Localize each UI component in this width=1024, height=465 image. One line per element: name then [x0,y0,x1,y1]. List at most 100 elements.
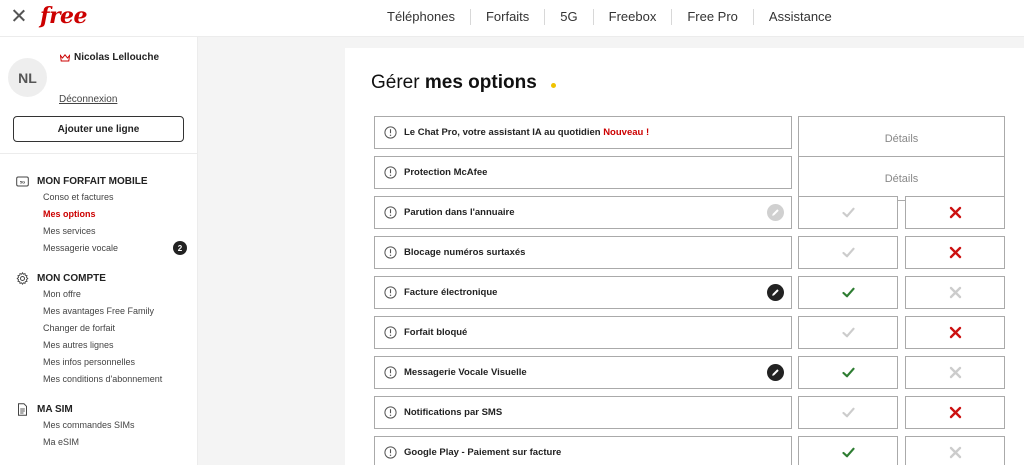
option-row: Blocage numéros surtaxés [374,236,792,269]
checkmark-icon [841,367,855,378]
checkmark-icon [841,407,855,418]
cross-icon [949,406,961,419]
info-icon[interactable] [384,246,397,259]
info-icon[interactable] [384,446,397,459]
menu-mes-services[interactable]: Mes services [43,226,96,236]
nav-freebox[interactable]: Freebox [592,9,672,25]
disable-toggle[interactable] [905,436,1005,465]
top-bar: free Téléphones Forfaits 5G Freebox Free… [0,0,1024,37]
menu-messagerie-vocale[interactable]: Messagerie vocale [43,243,118,253]
checkmark-icon [841,327,855,338]
cross-icon [949,366,961,379]
option-row: Parution dans l'annuaire [374,196,792,229]
option-label: Le Chat Pro, votre assistant IA au quoti… [404,127,650,138]
nav-free-pro[interactable]: Free Pro [671,9,753,25]
logout-link[interactable]: Déconnexion [59,94,117,105]
option-label: Google Play - Paiement sur facture [404,447,562,458]
option-row: Forfait bloqué [374,316,792,349]
enable-toggle[interactable] [798,196,898,229]
info-icon[interactable] [384,166,397,179]
disable-toggle[interactable] [905,196,1005,229]
svg-text:5G: 5G [20,180,25,185]
disable-toggle[interactable] [905,356,1005,389]
menu-avantages-free-family[interactable]: Mes avantages Free Family [43,306,154,316]
menu-autres-lignes[interactable]: Mes autres lignes [43,340,114,350]
section-title-text: MON COMPTE [37,273,106,284]
option-row: Facture électronique [374,276,792,309]
details-button[interactable]: Détails [798,116,1005,161]
info-icon[interactable] [384,206,397,219]
option-row: Protection McAfee [374,156,792,189]
info-icon[interactable] [384,366,397,379]
checkmark-icon [841,207,855,218]
new-tag: Nouveau ! [603,127,650,138]
menu-mes-options[interactable]: Mes options [43,209,96,219]
option-row: Notifications par SMS [374,396,792,429]
menu-commandes-sims[interactable]: Mes commandes SIMs [43,420,135,430]
menu-mon-offre[interactable]: Mon offre [43,289,81,299]
page-title: Gérer mes options [371,72,537,93]
crown-icon [60,53,70,61]
menu-conditions-abonnement[interactable]: Mes conditions d'abonnement [43,374,162,384]
divider [0,153,198,154]
option-label: Messagerie Vocale Visuelle [404,367,527,378]
title-dot [551,83,556,88]
section-title-text: MON FORFAIT MOBILE [37,176,148,187]
disable-toggle[interactable] [905,236,1005,269]
option-label: Facture électronique [404,287,498,298]
section-mon-forfait-mobile: 5G MON FORFAIT MOBILE [16,175,148,188]
checkmark-icon [841,447,855,458]
nav-assistance[interactable]: Assistance [752,9,847,25]
option-label: Parution dans l'annuaire [404,207,515,218]
disable-toggle[interactable] [905,276,1005,309]
free-logo[interactable]: free [40,3,88,29]
edit-pencil-icon[interactable] [767,284,784,301]
enable-toggle[interactable] [798,436,898,465]
nav-forfaits[interactable]: Forfaits [469,9,544,25]
nav-5g[interactable]: 5G [544,9,592,25]
avatar: NL [8,58,47,97]
cross-icon [949,206,961,219]
enable-toggle[interactable] [798,316,898,349]
sim-card-icon: 5G [16,176,29,187]
enable-toggle[interactable] [798,356,898,389]
details-button[interactable]: Détails [798,156,1005,201]
menu-changer-forfait[interactable]: Changer de forfait [43,323,115,333]
info-icon[interactable] [384,406,397,419]
option-label: Notifications par SMS [404,407,503,418]
info-icon[interactable] [384,326,397,339]
gear-icon [16,272,29,285]
close-icon[interactable] [11,8,27,24]
section-title-text: MA SIM [37,404,73,415]
info-icon[interactable] [384,286,397,299]
document-icon [18,403,27,416]
option-label: Forfait bloqué [404,327,468,338]
checkmark-icon [841,287,855,298]
sidebar: NL Nicolas Lellouche Déconnexion Ajouter… [0,37,198,465]
menu-infos-personnelles[interactable]: Mes infos personnelles [43,357,135,367]
disable-toggle[interactable] [905,396,1005,429]
option-row: Le Chat Pro, votre assistant IA au quoti… [374,116,792,149]
option-row: Messagerie Vocale Visuelle [374,356,792,389]
enable-toggle[interactable] [798,236,898,269]
disable-toggle[interactable] [905,316,1005,349]
user-name: Nicolas Lellouche [60,52,159,63]
enable-toggle[interactable] [798,276,898,309]
checkmark-icon [841,247,855,258]
info-icon[interactable] [384,126,397,139]
cross-icon [949,446,961,459]
messagerie-badge: 2 [173,241,187,255]
menu-conso-factures[interactable]: Conso et factures [43,192,114,202]
nav-telephones[interactable]: Téléphones [372,9,470,25]
enable-toggle[interactable] [798,396,898,429]
add-line-button[interactable]: Ajouter une ligne [13,116,184,142]
edit-pencil-icon[interactable] [767,204,784,221]
option-row: Google Play - Paiement sur facture [374,436,792,465]
option-label: Blocage numéros surtaxés [404,247,526,258]
cross-icon [949,246,961,259]
menu-esim[interactable]: Ma eSIM [43,437,79,447]
user-name-text: Nicolas Lellouche [74,52,160,63]
edit-pencil-icon[interactable] [767,364,784,381]
option-label: Protection McAfee [404,167,488,178]
section-ma-sim: MA SIM [16,403,73,416]
